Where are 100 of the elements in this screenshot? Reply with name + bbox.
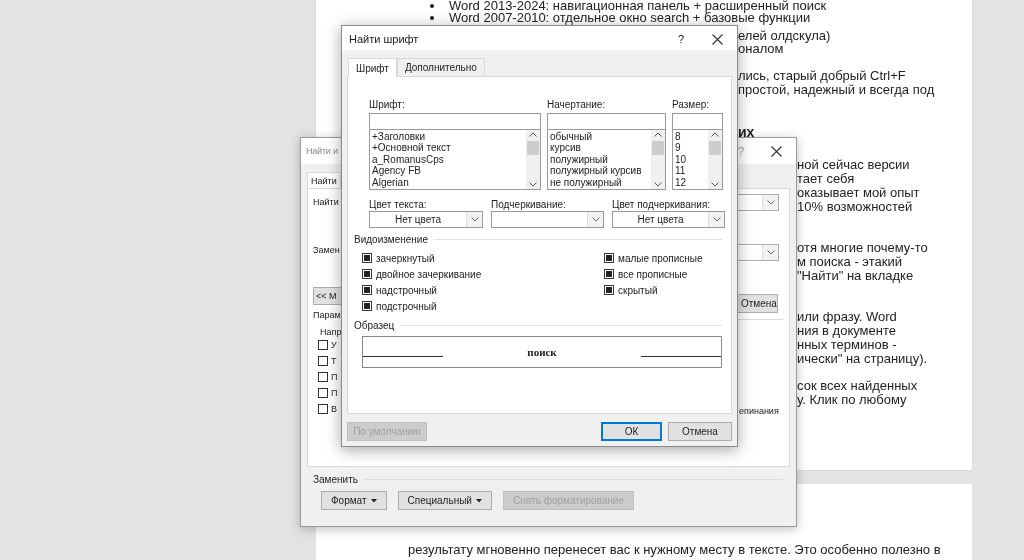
ok-button[interactable]: ОК bbox=[601, 422, 662, 441]
field-label: Цвет текста: bbox=[369, 199, 428, 210]
list-box[interactable]: обычный курсив полужирный полужирный курсив не полужирный bbox=[547, 130, 666, 190]
document-text: Word 2007-2010: отдельное окно search + базовые функции bbox=[449, 12, 811, 24]
document-text: Word 2013-2024: навигационная панель + расширенный поиск bbox=[449, 0, 827, 12]
document-text: лись, старый добрый Ctrl+F bbox=[738, 69, 906, 83]
caret-icon bbox=[370, 498, 377, 503]
checkbox[interactable] bbox=[318, 340, 328, 350]
checkbox-label: Т bbox=[331, 356, 337, 366]
document-text: простой, надежный и всегда под bbox=[738, 83, 935, 97]
list-item[interactable]: a_RomanusCps bbox=[372, 153, 524, 166]
list-item[interactable]: +Основной текст bbox=[372, 142, 524, 154]
field-label: Замен bbox=[313, 245, 340, 255]
scroll-up-icon[interactable] bbox=[529, 132, 537, 137]
checkbox-label: В bbox=[331, 404, 337, 414]
list-item[interactable]: 9 bbox=[675, 142, 706, 154]
scrollbar[interactable] bbox=[708, 130, 722, 189]
input-field[interactable] bbox=[672, 113, 723, 130]
checkbox[interactable] bbox=[604, 285, 614, 295]
document-text: или фразу. Word bbox=[797, 310, 897, 324]
list-item[interactable]: обычный bbox=[550, 131, 649, 143]
field-label: Размер: bbox=[672, 99, 711, 110]
document-text: их bbox=[738, 125, 755, 139]
list-box[interactable]: +Заголовки +Основной текст a_RomanusCps Agency FB Algerian bbox=[369, 130, 541, 190]
close-icon[interactable] bbox=[771, 145, 782, 157]
tab[interactable]: Найти bbox=[307, 172, 341, 188]
scroll-down-icon[interactable] bbox=[711, 182, 719, 187]
checkbox[interactable] bbox=[362, 269, 372, 279]
document-text: отя многие почему-то bbox=[797, 241, 928, 255]
scrollbar-thumb[interactable] bbox=[527, 141, 539, 155]
list-item[interactable]: Algerian bbox=[372, 176, 524, 188]
chevron-icon bbox=[766, 250, 775, 255]
field-label: Начертание: bbox=[547, 99, 607, 110]
list-item[interactable]: 10 bbox=[675, 153, 706, 166]
checkbox[interactable] bbox=[318, 356, 328, 366]
checkbox[interactable] bbox=[362, 301, 372, 311]
chevron-icon bbox=[591, 217, 600, 222]
help-button[interactable]: ? bbox=[677, 33, 684, 45]
section-label: Образец bbox=[354, 319, 395, 331]
checkbox[interactable] bbox=[318, 404, 328, 414]
dropdown-button[interactable]: Формат bbox=[321, 491, 387, 510]
document-text: ной сейчас версии bbox=[797, 158, 910, 172]
field-label: Подчеркивание: bbox=[491, 199, 567, 210]
dropdown[interactable]: Нет цвета bbox=[612, 211, 725, 228]
document-text: оказывает мой опыт bbox=[797, 186, 920, 200]
list-item[interactable]: не полужирный bbox=[550, 176, 649, 188]
bullet-icon bbox=[430, 4, 434, 8]
scroll-up-icon[interactable] bbox=[654, 132, 662, 137]
list-item[interactable]: Agency FB bbox=[372, 165, 524, 177]
list-item[interactable]: полужирный bbox=[550, 153, 649, 166]
document-text: нных терминов - bbox=[797, 338, 897, 352]
scrollbar-thumb[interactable] bbox=[709, 141, 721, 155]
chevron-icon bbox=[712, 217, 721, 222]
document-text: результату мгновенно перенесет вас к нужному месту в тексте. Это особенно полезно в bbox=[408, 542, 941, 557]
close-icon[interactable] bbox=[712, 33, 723, 45]
checkbox-label: У bbox=[331, 340, 337, 350]
dropdown[interactable]: Нет цвета bbox=[369, 211, 483, 228]
document-text: елей олдскула) bbox=[738, 29, 831, 43]
scrollbar[interactable] bbox=[526, 130, 540, 189]
document-text: 10% возможностей bbox=[797, 200, 913, 214]
checkbox-label: зачеркнутый bbox=[376, 252, 435, 264]
checkbox-label: надстрочный bbox=[376, 284, 437, 296]
list-item[interactable]: 8 bbox=[675, 131, 706, 143]
field-label: Напр bbox=[320, 327, 342, 337]
list-item[interactable]: курсив bbox=[550, 142, 649, 154]
field-label: Шрифт: bbox=[369, 99, 406, 110]
dropdown-button[interactable]: Специальный bbox=[397, 491, 492, 510]
bullet-icon bbox=[430, 16, 434, 20]
checkbox[interactable] bbox=[604, 269, 614, 279]
scrollbar-thumb[interactable] bbox=[652, 141, 664, 155]
list-item[interactable]: 11 bbox=[675, 165, 706, 177]
scroll-up-icon[interactable] bbox=[711, 132, 719, 137]
document-text: тает себя bbox=[797, 172, 855, 186]
input-field[interactable] bbox=[369, 113, 541, 130]
list-item[interactable]: полужирный курсив bbox=[550, 165, 649, 177]
checkbox[interactable] bbox=[318, 372, 328, 382]
section-label: Видоизменение bbox=[354, 233, 428, 245]
document-text: ния в документе bbox=[797, 324, 896, 338]
preview-text: поиск bbox=[527, 346, 557, 358]
checkbox-label: малые прописные bbox=[618, 252, 703, 264]
tab[interactable]: Шрифт bbox=[348, 58, 397, 77]
section-label: Парам bbox=[313, 310, 341, 320]
checkbox-label: подстрочный bbox=[376, 300, 437, 312]
tab[interactable]: Дополнительно bbox=[396, 58, 485, 76]
document-text: м поиска - этакий bbox=[797, 255, 902, 269]
scrollbar[interactable] bbox=[651, 130, 665, 189]
list-item[interactable]: 12 bbox=[675, 176, 706, 188]
checkbox[interactable] bbox=[362, 253, 372, 263]
input-field[interactable] bbox=[547, 113, 666, 130]
checkbox[interactable] bbox=[318, 388, 328, 398]
checkbox[interactable] bbox=[362, 285, 372, 295]
list-item[interactable]: +Заголовки bbox=[372, 131, 524, 143]
checkbox-label: П bbox=[331, 388, 338, 398]
checkbox[interactable] bbox=[604, 253, 614, 263]
cancel-button[interactable]: Отмена bbox=[668, 422, 732, 441]
scroll-down-icon[interactable] bbox=[529, 182, 537, 187]
scroll-down-icon[interactable] bbox=[654, 182, 662, 187]
checkbox-label: все прописные bbox=[618, 268, 688, 280]
list-box[interactable]: 8 9 10 11 12 bbox=[672, 130, 723, 190]
dropdown[interactable] bbox=[491, 211, 604, 228]
